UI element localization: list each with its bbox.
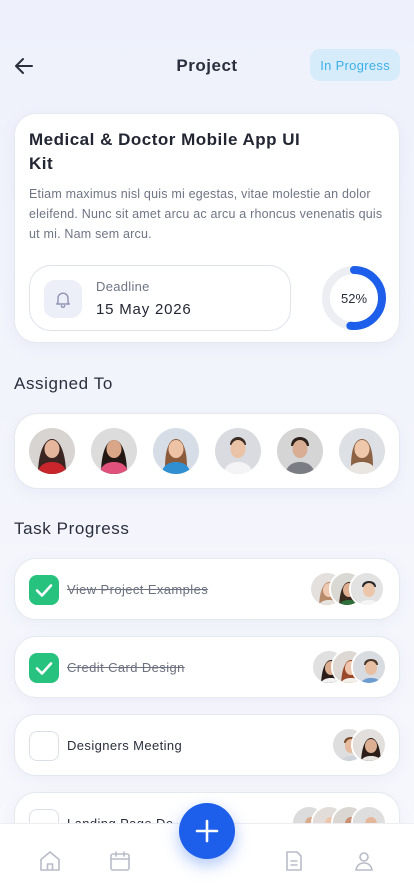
avatar[interactable] bbox=[277, 428, 323, 474]
avatar bbox=[351, 727, 387, 763]
check-icon bbox=[35, 662, 53, 675]
bell-icon bbox=[44, 280, 82, 318]
avatar[interactable] bbox=[29, 428, 75, 474]
avatar[interactable] bbox=[339, 428, 385, 474]
task-avatars bbox=[311, 649, 391, 687]
assigned-card bbox=[14, 413, 400, 489]
top-bar: Project In Progress bbox=[0, 44, 414, 88]
task-label: Credit Card Design bbox=[67, 660, 185, 675]
deadline-label: Deadline bbox=[96, 279, 150, 294]
avatar bbox=[349, 571, 385, 607]
plus-icon bbox=[195, 819, 219, 843]
project-card: Medical & Doctor Mobile App UI Kit Etiam… bbox=[14, 113, 400, 343]
avatar bbox=[351, 649, 387, 685]
task-progress-title: Task Progress bbox=[14, 519, 130, 538]
avatar[interactable] bbox=[91, 428, 137, 474]
task-item[interactable]: View Project Examples bbox=[14, 558, 400, 620]
task-label: View Project Examples bbox=[67, 582, 209, 597]
checkbox-unchecked[interactable] bbox=[29, 731, 59, 761]
avatar[interactable] bbox=[215, 428, 261, 474]
checkbox-checked[interactable] bbox=[29, 575, 59, 605]
progress-label: 52% bbox=[340, 290, 368, 306]
avatar[interactable] bbox=[153, 428, 199, 474]
project-description: Etiam maximus nisl quis mi egestas, vita… bbox=[29, 187, 383, 241]
task-label: Designers Meeting bbox=[67, 738, 183, 753]
task-avatars bbox=[309, 571, 389, 609]
assigned-title: Assigned To bbox=[14, 374, 113, 393]
task-avatars bbox=[331, 727, 391, 765]
home-icon[interactable] bbox=[37, 848, 63, 874]
add-task-button[interactable] bbox=[179, 803, 235, 859]
project-title: Medical & Doctor Mobile App UI Kit bbox=[29, 130, 301, 173]
calendar-icon[interactable] bbox=[107, 848, 133, 874]
deadline-box: Deadline 15 May 2026 bbox=[29, 265, 291, 331]
status-badge: In Progress bbox=[310, 49, 400, 81]
checkbox-checked[interactable] bbox=[29, 653, 59, 683]
task-item[interactable]: Credit Card Design bbox=[14, 636, 400, 698]
document-icon[interactable] bbox=[281, 848, 307, 874]
check-icon bbox=[35, 584, 53, 597]
deadline-date: 15 May 2026 bbox=[96, 301, 192, 318]
task-item[interactable]: Designers Meeting bbox=[14, 714, 400, 776]
profile-icon[interactable] bbox=[351, 848, 377, 874]
progress-ring: 52% bbox=[320, 264, 388, 332]
